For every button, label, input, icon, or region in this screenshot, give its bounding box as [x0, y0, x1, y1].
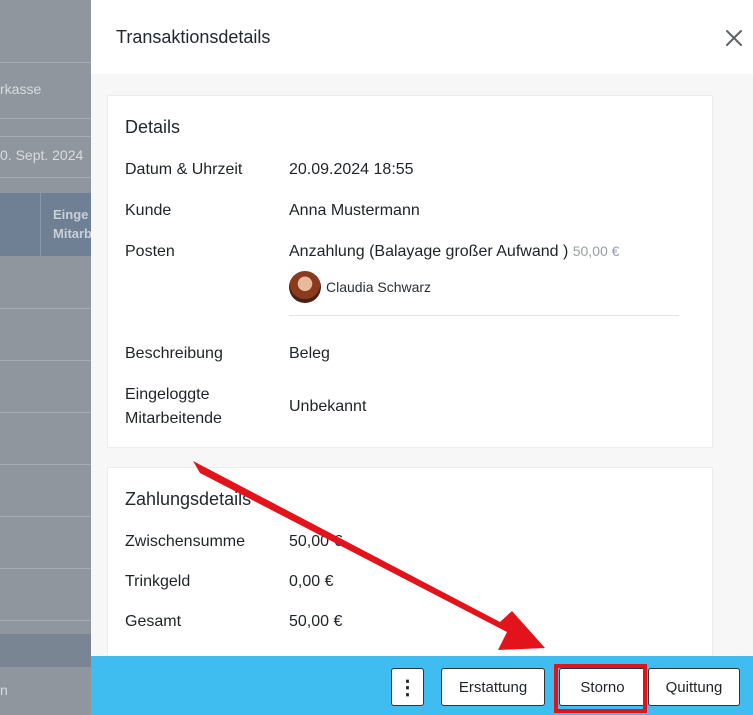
payment-details-card: Zahlungsdetails Zwischensumme 50,00 € Tr…	[107, 467, 713, 669]
details-title: Details	[125, 117, 181, 137]
subtotal-label: Zwischensumme	[125, 533, 246, 550]
transaction-details-drawer: Transaktionsdetails Details Datum & Uhrz…	[91, 0, 753, 715]
datetime-label: Datum & Uhrzeit	[125, 161, 243, 178]
items-label: Posten	[125, 243, 175, 260]
drawer-footer: ⋮ Erstattung Storno Quittung	[91, 656, 753, 715]
table-row	[0, 412, 91, 465]
payment-title: Zahlungsdetails	[125, 489, 252, 509]
table-row	[0, 464, 91, 517]
avatar	[289, 271, 321, 303]
table-row	[0, 568, 91, 621]
drawer-title: Transaktionsdetails	[116, 27, 271, 47]
logged-in-staff-label-2: Mitarbeitende	[125, 410, 222, 427]
subtotal-value: 50,00 €	[289, 533, 343, 550]
bg-table-footer	[0, 634, 91, 667]
bg-column-header: Einge	[53, 207, 89, 222]
receipt-button[interactable]: Quittung	[648, 668, 740, 706]
tip-value: 0,00 €	[289, 573, 334, 590]
bg-column-header: Mitarb	[53, 226, 91, 241]
more-vertical-icon: ⋮	[397, 676, 418, 699]
bg-date-field	[0, 136, 91, 178]
customer-label: Kunde	[125, 202, 172, 219]
table-row	[0, 256, 91, 309]
logged-in-staff-label-1: Eingeloggte	[125, 386, 210, 403]
close-icon	[726, 30, 742, 46]
description-value: Beleg	[289, 345, 330, 362]
item-divider	[289, 315, 679, 316]
bg-footer-text: n	[0, 682, 8, 698]
total-label: Gesamt	[125, 613, 182, 630]
item-line: Anzahlung (Balayage großer Aufwand ) 50,…	[289, 243, 619, 261]
bg-table-header	[0, 193, 91, 256]
item-staff-name: Claudia Schwarz	[326, 279, 432, 295]
cancel-transaction-button[interactable]: Storno	[559, 668, 646, 706]
background-page: rkasse 0. Sept. 2024 Einge Mitarb n	[0, 0, 91, 715]
bg-column-divider	[40, 193, 41, 256]
bg-register-label: rkasse	[0, 81, 42, 97]
datetime-value: 20.09.2024 18:55	[289, 161, 414, 178]
refund-button[interactable]: Erstattung	[441, 668, 545, 706]
close-button[interactable]	[722, 26, 746, 50]
more-options-button[interactable]: ⋮	[391, 668, 424, 706]
description-label: Beschreibung	[125, 345, 223, 362]
logged-in-staff-value: Unbekannt	[289, 398, 367, 415]
tip-label: Trinkgeld	[125, 573, 191, 590]
item-name: Anzahlung (Balayage großer Aufwand )	[289, 243, 569, 260]
details-card: Details Datum & Uhrzeit 20.09.2024 18:55…	[107, 95, 713, 448]
item-price: 50,00 €	[572, 243, 620, 259]
customer-value: Anna Mustermann	[289, 202, 420, 219]
table-row	[0, 308, 91, 361]
drawer-header: Transaktionsdetails	[91, 0, 753, 74]
table-row	[0, 360, 91, 413]
bg-row	[0, 0, 91, 63]
table-row	[0, 516, 91, 569]
total-value: 50,00 €	[289, 613, 343, 630]
bg-divider	[0, 118, 91, 119]
